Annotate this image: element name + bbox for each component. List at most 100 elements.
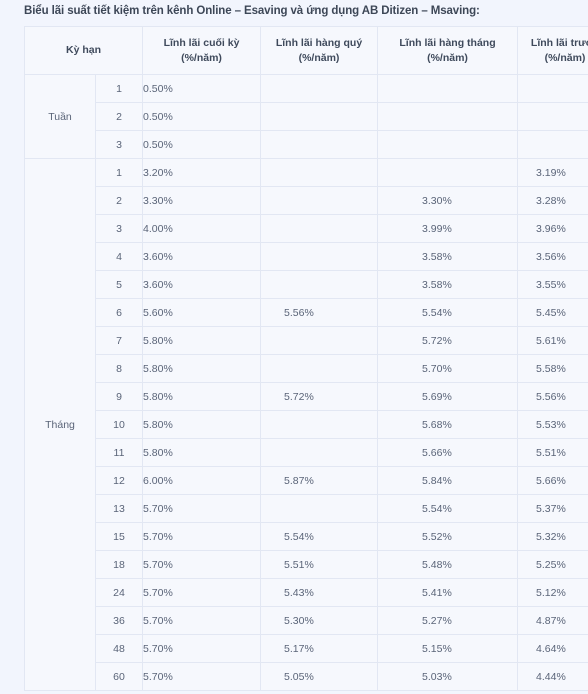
table-row: 60 5.70% 5.05% 5.03% 4.44% [25, 662, 588, 691]
term-cell: 15 [94, 522, 144, 551]
rate-monthly-cell: 5.68% [377, 410, 519, 439]
rate-end-of-term-cell: 3.60% [142, 270, 262, 299]
table-row: Tháng 1 3.20% 3.19% [24, 158, 588, 691]
rate-upfront-cell: 5.32% [517, 522, 588, 551]
rate-quarterly-cell: 5.56% [260, 298, 379, 327]
table-row: 8 5.80% 5.70% 5.58% [25, 354, 588, 383]
rate-quarterly-cell: 5.05% [260, 662, 379, 691]
term-cell: 3 [94, 130, 144, 159]
rate-end-of-term-cell: 0.50% [142, 130, 262, 159]
rate-upfront-cell [517, 102, 588, 131]
column-header-upfront: Lĩnh lãi trước (%/năm) [517, 26, 588, 75]
rate-quarterly-cell [260, 494, 379, 523]
term-cell: 1 [94, 158, 144, 187]
rate-quarterly-cell: 5.72% [260, 382, 379, 411]
rate-upfront-cell: 5.56% [517, 382, 588, 411]
table-row: 3 4.00% 3.99% 3.96% [25, 214, 588, 243]
rate-upfront-cell: 4.44% [517, 662, 588, 691]
term-cell: 3 [94, 214, 144, 243]
rate-quarterly-cell [260, 186, 379, 215]
table-row: Tuần 1 0.50% [24, 74, 588, 159]
rate-end-of-term-cell: 5.80% [142, 326, 262, 355]
rate-end-of-term-cell: 5.80% [142, 410, 262, 439]
table-row: 15 5.70% 5.54% 5.52% 5.32% [25, 522, 588, 551]
rate-end-of-term-cell: 6.00% [142, 466, 262, 495]
table-row: 3 0.50% [25, 130, 588, 159]
rate-end-of-term-cell: 5.70% [142, 494, 262, 523]
term-cell: 18 [94, 550, 144, 579]
rate-upfront-cell [517, 130, 588, 159]
rate-end-of-term-cell: 3.30% [142, 186, 262, 215]
rate-monthly-cell: 3.58% [377, 270, 519, 299]
rate-quarterly-cell: 5.30% [260, 606, 379, 635]
rate-quarterly-cell: 5.54% [260, 522, 379, 551]
rate-monthly-cell: 5.66% [377, 438, 519, 467]
rate-end-of-term-cell: 0.50% [142, 102, 262, 131]
rate-quarterly-cell: 5.43% [260, 578, 379, 607]
term-cell: 2 [94, 186, 144, 215]
term-cell: 8 [94, 354, 144, 383]
rate-end-of-term-cell: 5.80% [142, 382, 262, 411]
term-cell: 48 [94, 634, 144, 663]
rate-end-of-term-cell: 5.70% [142, 662, 262, 691]
table-row: 10 5.80% 5.68% 5.53% [25, 410, 588, 439]
page-root: Biểu lãi suất tiết kiệm trên kênh Online… [0, 0, 588, 694]
table-row: 11 5.80% 5.66% 5.51% [25, 438, 588, 467]
rate-quarterly-cell [260, 438, 379, 467]
column-header-quarterly-label: Lĩnh lãi hàng quý [275, 36, 363, 49]
rate-upfront-cell [517, 74, 588, 103]
row-group-label: Tháng [24, 158, 96, 691]
rate-end-of-term-cell: 5.70% [142, 606, 262, 635]
rate-end-of-term-cell: 3.60% [142, 242, 262, 271]
rate-quarterly-cell: 5.51% [260, 550, 379, 579]
column-header-end-of-term: Lĩnh lãi cuối kỳ (%/năm) [142, 26, 262, 75]
rate-quarterly-cell: 5.87% [260, 466, 379, 495]
table-body: Tuần 1 0.50% 2 0.50% 3 0.50% Tháng 1 3.20% 3.19% 2 3… [24, 74, 588, 691]
rate-end-of-term-cell: 5.80% [142, 354, 262, 383]
column-header-quarterly-unit: (%/năm) [298, 51, 340, 64]
column-header-end-of-term-label: Lĩnh lãi cuối kỳ [163, 36, 240, 49]
column-header-monthly: Lĩnh lãi hàng tháng (%/năm) [377, 26, 519, 75]
term-cell: 13 [94, 494, 144, 523]
rate-upfront-cell: 5.53% [517, 410, 588, 439]
rate-upfront-cell: 5.25% [517, 550, 588, 579]
rate-monthly-cell [377, 130, 519, 159]
rate-monthly-cell: 5.52% [377, 522, 519, 551]
table-row: 4 3.60% 3.58% 3.56% [25, 242, 588, 271]
rate-upfront-cell: 3.55% [517, 270, 588, 299]
rate-upfront-cell: 4.64% [517, 634, 588, 663]
rate-upfront-cell: 5.12% [517, 578, 588, 607]
rate-quarterly-cell [260, 102, 379, 131]
table-row: 36 5.70% 5.30% 5.27% 4.87% [25, 606, 588, 635]
table-row: 5 3.60% 3.58% 3.55% [25, 270, 588, 299]
table-row: 24 5.70% 5.43% 5.41% 5.12% [25, 578, 588, 607]
rate-monthly-cell: 5.48% [377, 550, 519, 579]
rate-quarterly-cell [260, 130, 379, 159]
rate-upfront-cell: 5.61% [517, 326, 588, 355]
term-cell: 7 [94, 326, 144, 355]
table-row: 7 5.80% 5.72% 5.61% [25, 326, 588, 355]
table-head: Kỳ hạn Lĩnh lãi cuối kỳ (%/năm) Lĩnh lãi… [23, 26, 588, 75]
rate-monthly-cell: 5.70% [377, 354, 519, 383]
column-header-monthly-unit: (%/năm) [427, 51, 468, 64]
rate-end-of-term-cell: 5.70% [142, 522, 262, 551]
term-cell: 12 [94, 466, 144, 495]
rate-upfront-cell: 5.66% [517, 466, 588, 495]
term-cell: 6 [94, 298, 144, 327]
rate-upfront-cell: 3.96% [517, 214, 588, 243]
rate-end-of-term-cell: 5.70% [142, 550, 262, 579]
term-cell: 1 [94, 74, 144, 103]
rate-upfront-cell: 5.37% [517, 494, 588, 523]
rate-quarterly-cell [260, 74, 379, 103]
rate-upfront-cell: 4.87% [517, 606, 588, 635]
interest-rates-table: Kỳ hạn Lĩnh lãi cuối kỳ (%/năm) Lĩnh lãi… [23, 26, 588, 691]
rate-upfront-cell: 5.58% [517, 354, 588, 383]
term-cell: 2 [94, 102, 144, 131]
rate-monthly-cell: 5.41% [377, 578, 519, 607]
term-cell: 24 [94, 578, 144, 607]
table-row: 48 5.70% 5.17% 5.15% 4.64% [25, 634, 588, 663]
rate-quarterly-cell [260, 242, 379, 271]
rate-monthly-cell: 5.69% [377, 382, 519, 411]
rate-quarterly-cell [260, 270, 379, 299]
rate-monthly-cell [377, 102, 519, 131]
